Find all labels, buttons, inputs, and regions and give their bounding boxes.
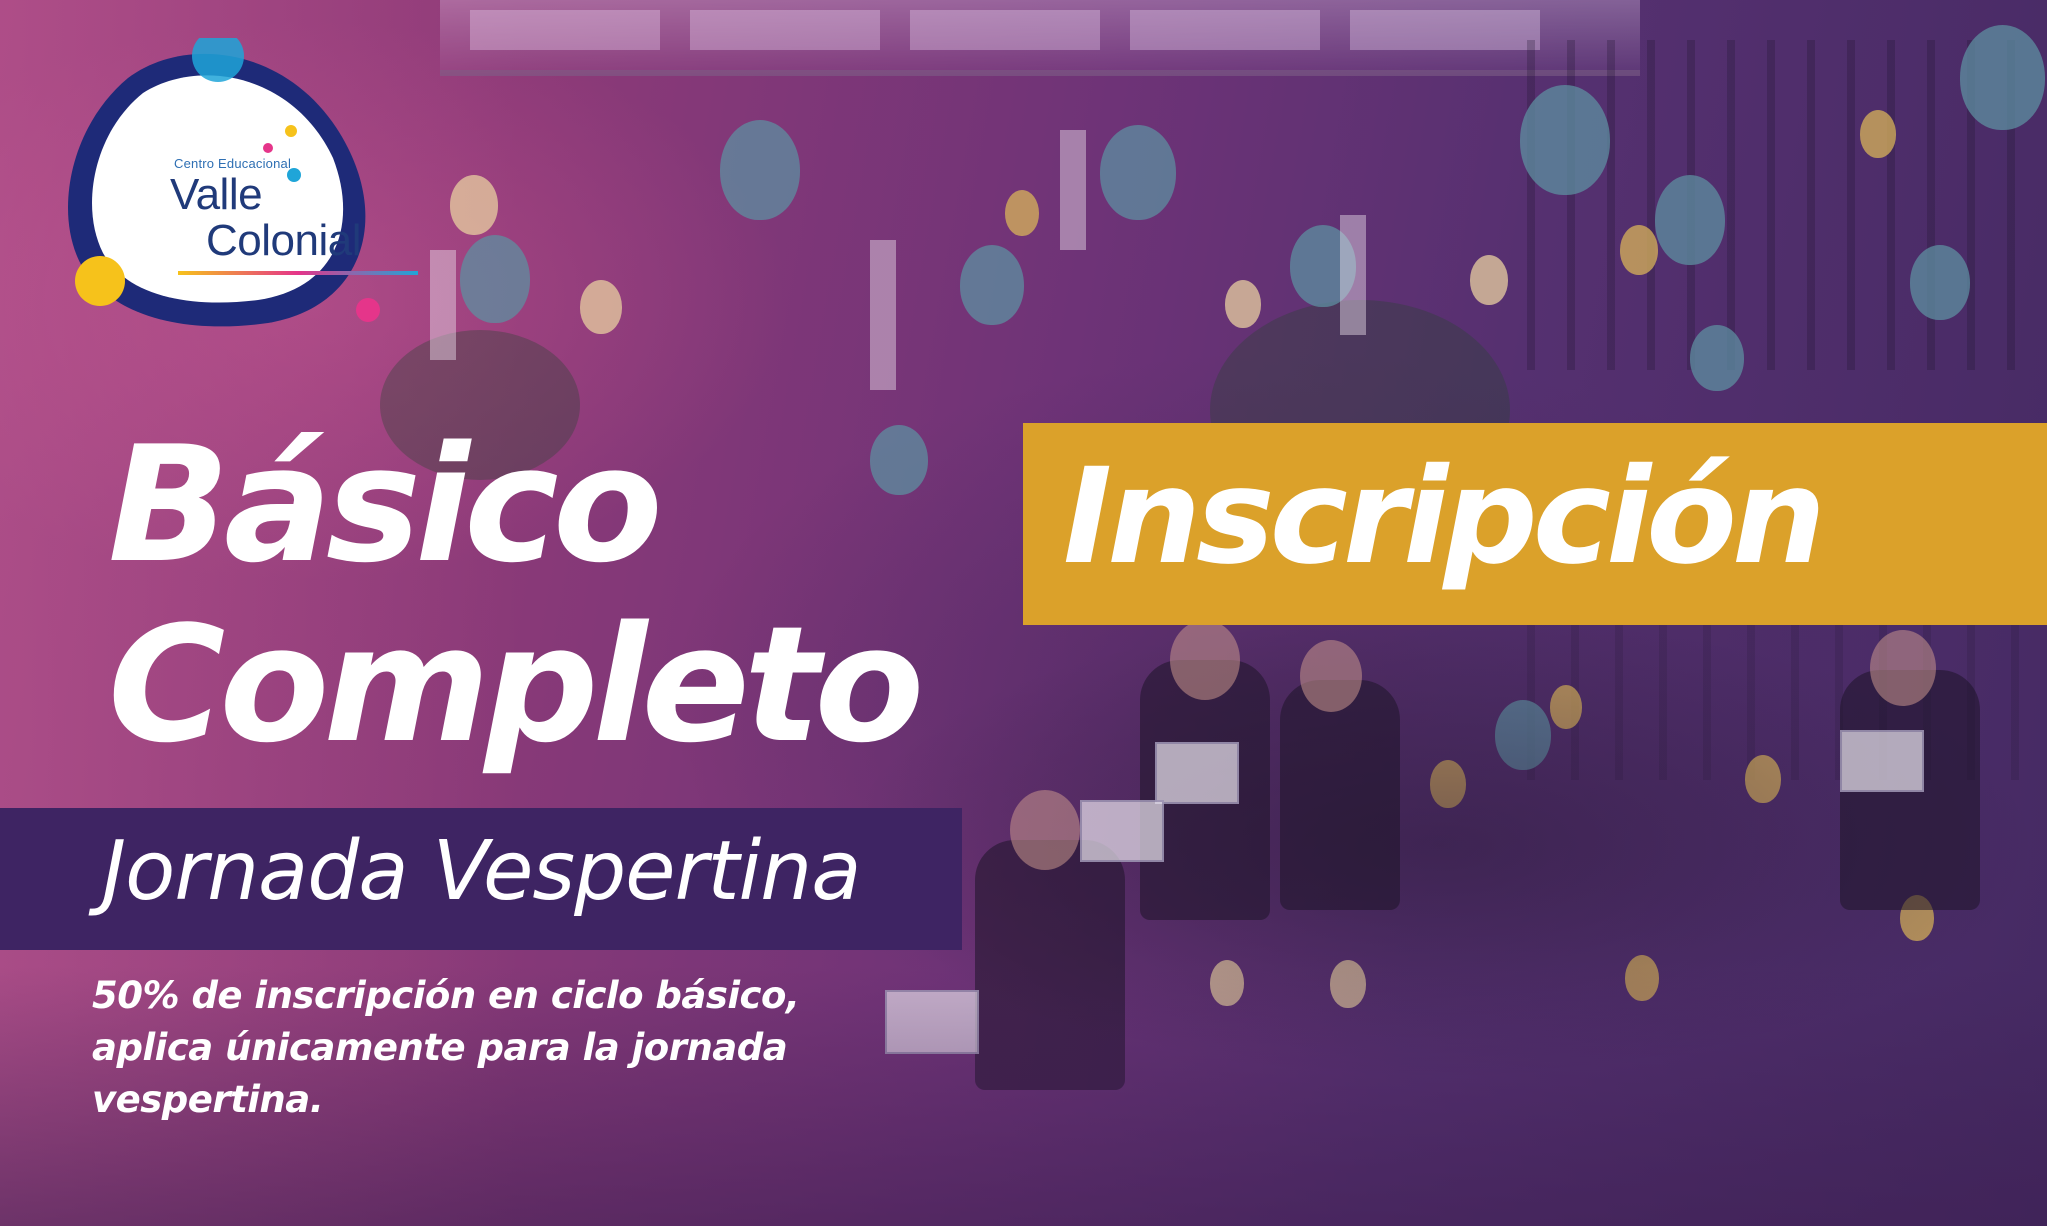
balloon: [450, 175, 498, 235]
promo-poster: Centro Educacional Valle Colonial Básico…: [0, 0, 2047, 1226]
student: [1280, 680, 1400, 910]
promo-line: aplica únicamente para la jornada: [92, 1026, 788, 1069]
balloon: [580, 280, 622, 334]
balloon: [1620, 225, 1658, 275]
balloon: [720, 120, 800, 220]
balloon: [1225, 280, 1261, 328]
balloon: [960, 245, 1024, 325]
student-face: [1870, 630, 1936, 706]
balloon: [1690, 325, 1744, 391]
inscripcion-banner: Inscripción: [1023, 423, 2047, 625]
skylight-roof: [440, 0, 1640, 76]
student-face: [1300, 640, 1362, 712]
balloon: [870, 425, 928, 495]
balloon: [1860, 110, 1896, 158]
valle-colonial-logo: Centro Educacional Valle Colonial: [58, 38, 418, 338]
certificate: [1080, 800, 1164, 862]
roof-panel: [470, 10, 660, 50]
inscripcion-label: Inscripción: [1063, 440, 1826, 594]
logo-underline: [178, 271, 418, 275]
headline-line1: Básico: [108, 411, 663, 598]
roof-panel: [1130, 10, 1320, 50]
roof-panel: [1350, 10, 1540, 50]
balloon: [1005, 190, 1039, 236]
roof-panel: [690, 10, 880, 50]
teacher-face: [1010, 790, 1080, 870]
paper-streamer: [1060, 130, 1086, 250]
balloon: [1960, 25, 2045, 130]
student-face: [1170, 620, 1240, 700]
certificate: [1155, 742, 1239, 804]
promo-line: vespertina.: [92, 1078, 324, 1121]
logo-name-line2: Colonial: [206, 216, 361, 265]
paper-streamer: [870, 240, 896, 390]
promo-line: 50% de inscripción en ciclo básico,: [92, 974, 800, 1017]
logo-name-line1: Valle: [170, 170, 263, 219]
balloon: [1520, 85, 1610, 195]
schedule-band: Jornada Vespertina: [0, 808, 962, 950]
schedule-label: Jornada Vespertina: [102, 824, 861, 919]
roof-panel: [910, 10, 1100, 50]
paper-streamer: [1340, 215, 1366, 335]
balloon: [1910, 245, 1970, 320]
certificate: [1840, 730, 1924, 792]
balloon: [1655, 175, 1725, 265]
promo-text: 50% de inscripción en ciclo básico, apli…: [92, 970, 912, 1126]
paper-streamer: [430, 250, 456, 360]
balloon: [1470, 255, 1508, 305]
logo-subtitle: Centro Educacional: [174, 156, 292, 171]
headline-line2: Completo: [108, 591, 924, 778]
balloon: [460, 235, 530, 323]
balloon: [1100, 125, 1176, 220]
